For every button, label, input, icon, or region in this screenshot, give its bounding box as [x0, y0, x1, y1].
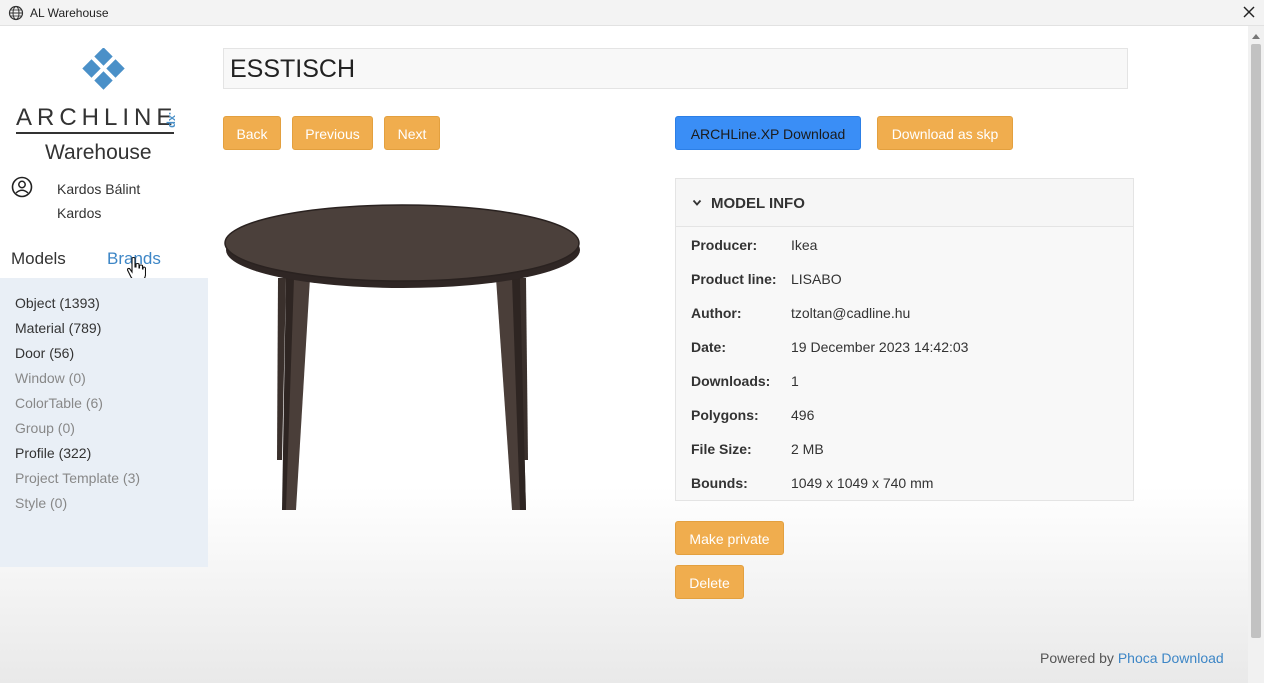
next-button[interactable]: Next: [384, 116, 440, 150]
phoca-download-link[interactable]: Phoca Download: [1118, 650, 1224, 666]
back-button[interactable]: Back: [223, 116, 281, 150]
footer-credit: Powered by Phoca Download: [1040, 650, 1224, 666]
model-info-value: tzoltan@cadline.hu: [791, 305, 911, 321]
model-info-key: Bounds:: [691, 475, 748, 491]
delete-button[interactable]: Delete: [675, 565, 744, 599]
model-info-header[interactable]: MODEL INFO: [676, 179, 1133, 227]
model-info-title: MODEL INFO: [711, 195, 805, 212]
category-list: Object (1393) Material (789) Door (56) Wind…: [0, 278, 208, 519]
model-info-value: 19 December 2023 14:42:03: [791, 339, 969, 355]
footer-prefix: Powered by: [1040, 650, 1118, 666]
scroll-up-arrow-icon[interactable]: [1252, 34, 1260, 39]
category-item[interactable]: Profile (322): [15, 444, 208, 469]
model-info-value: LISABO: [791, 271, 842, 287]
model-preview-image[interactable]: [220, 198, 586, 514]
logo-suffix: .xp: [166, 112, 178, 128]
archline-logo-icon[interactable]: [80, 48, 128, 96]
category-item[interactable]: Project Template (3): [15, 469, 208, 494]
model-info-value: Ikea: [791, 237, 818, 253]
model-info-panel: MODEL INFO Producer: Ikea Product line: LIS…: [675, 178, 1134, 501]
model-info-key: Product line:: [691, 271, 777, 287]
model-title: ESSTISCH: [230, 55, 356, 83]
category-item[interactable]: Object (1393): [15, 294, 208, 319]
logo-wordmark: ARCHLINE: [16, 104, 178, 131]
logo-subtitle: Warehouse: [45, 141, 152, 164]
download-skp-button[interactable]: Download as skp: [877, 116, 1013, 150]
close-icon[interactable]: [1240, 3, 1258, 21]
tab-models[interactable]: Models: [11, 249, 66, 269]
window-titlebar: AL Warehouse: [0, 0, 1264, 26]
user-name[interactable]: Kardos Bálint Kardos: [57, 177, 177, 225]
model-info-key: File Size:: [691, 441, 752, 457]
model-info-key: Author:: [691, 305, 742, 321]
window-title: AL Warehouse: [30, 6, 109, 20]
model-info-value: 1049 x 1049 x 740 mm: [791, 475, 934, 491]
category-item[interactable]: Style (0): [15, 494, 208, 519]
archline-download-button[interactable]: ARCHLine.XP Download: [675, 116, 861, 150]
category-panel: Object (1393) Material (789) Door (56) Wind…: [0, 278, 208, 567]
category-item[interactable]: ColorTable (6): [15, 394, 208, 419]
model-info-value: 2 MB: [791, 441, 824, 457]
user-circle-icon[interactable]: [11, 176, 33, 198]
category-item[interactable]: Door (56): [15, 344, 208, 369]
make-private-button[interactable]: Make private: [675, 521, 784, 555]
model-info-key: Downloads:: [691, 373, 771, 389]
chevron-down-icon[interactable]: [692, 199, 702, 207]
category-item[interactable]: Group (0): [15, 419, 208, 444]
previous-button[interactable]: Previous: [292, 116, 373, 150]
category-item[interactable]: Window (0): [15, 369, 208, 394]
category-item[interactable]: Material (789): [15, 319, 208, 344]
globe-icon: [8, 5, 24, 21]
vertical-scrollbar[interactable]: [1248, 26, 1264, 683]
model-info-key: Polygons:: [691, 407, 759, 423]
logo-underline: [16, 132, 174, 134]
model-info-key: Date:: [691, 339, 727, 355]
scrollbar-thumb[interactable]: [1251, 44, 1261, 638]
model-info-key: Producer:: [691, 237, 758, 253]
model-title-bar: ESSTISCH: [223, 48, 1128, 89]
model-info-value: 1: [791, 373, 799, 389]
model-info-value: 496: [791, 407, 815, 423]
